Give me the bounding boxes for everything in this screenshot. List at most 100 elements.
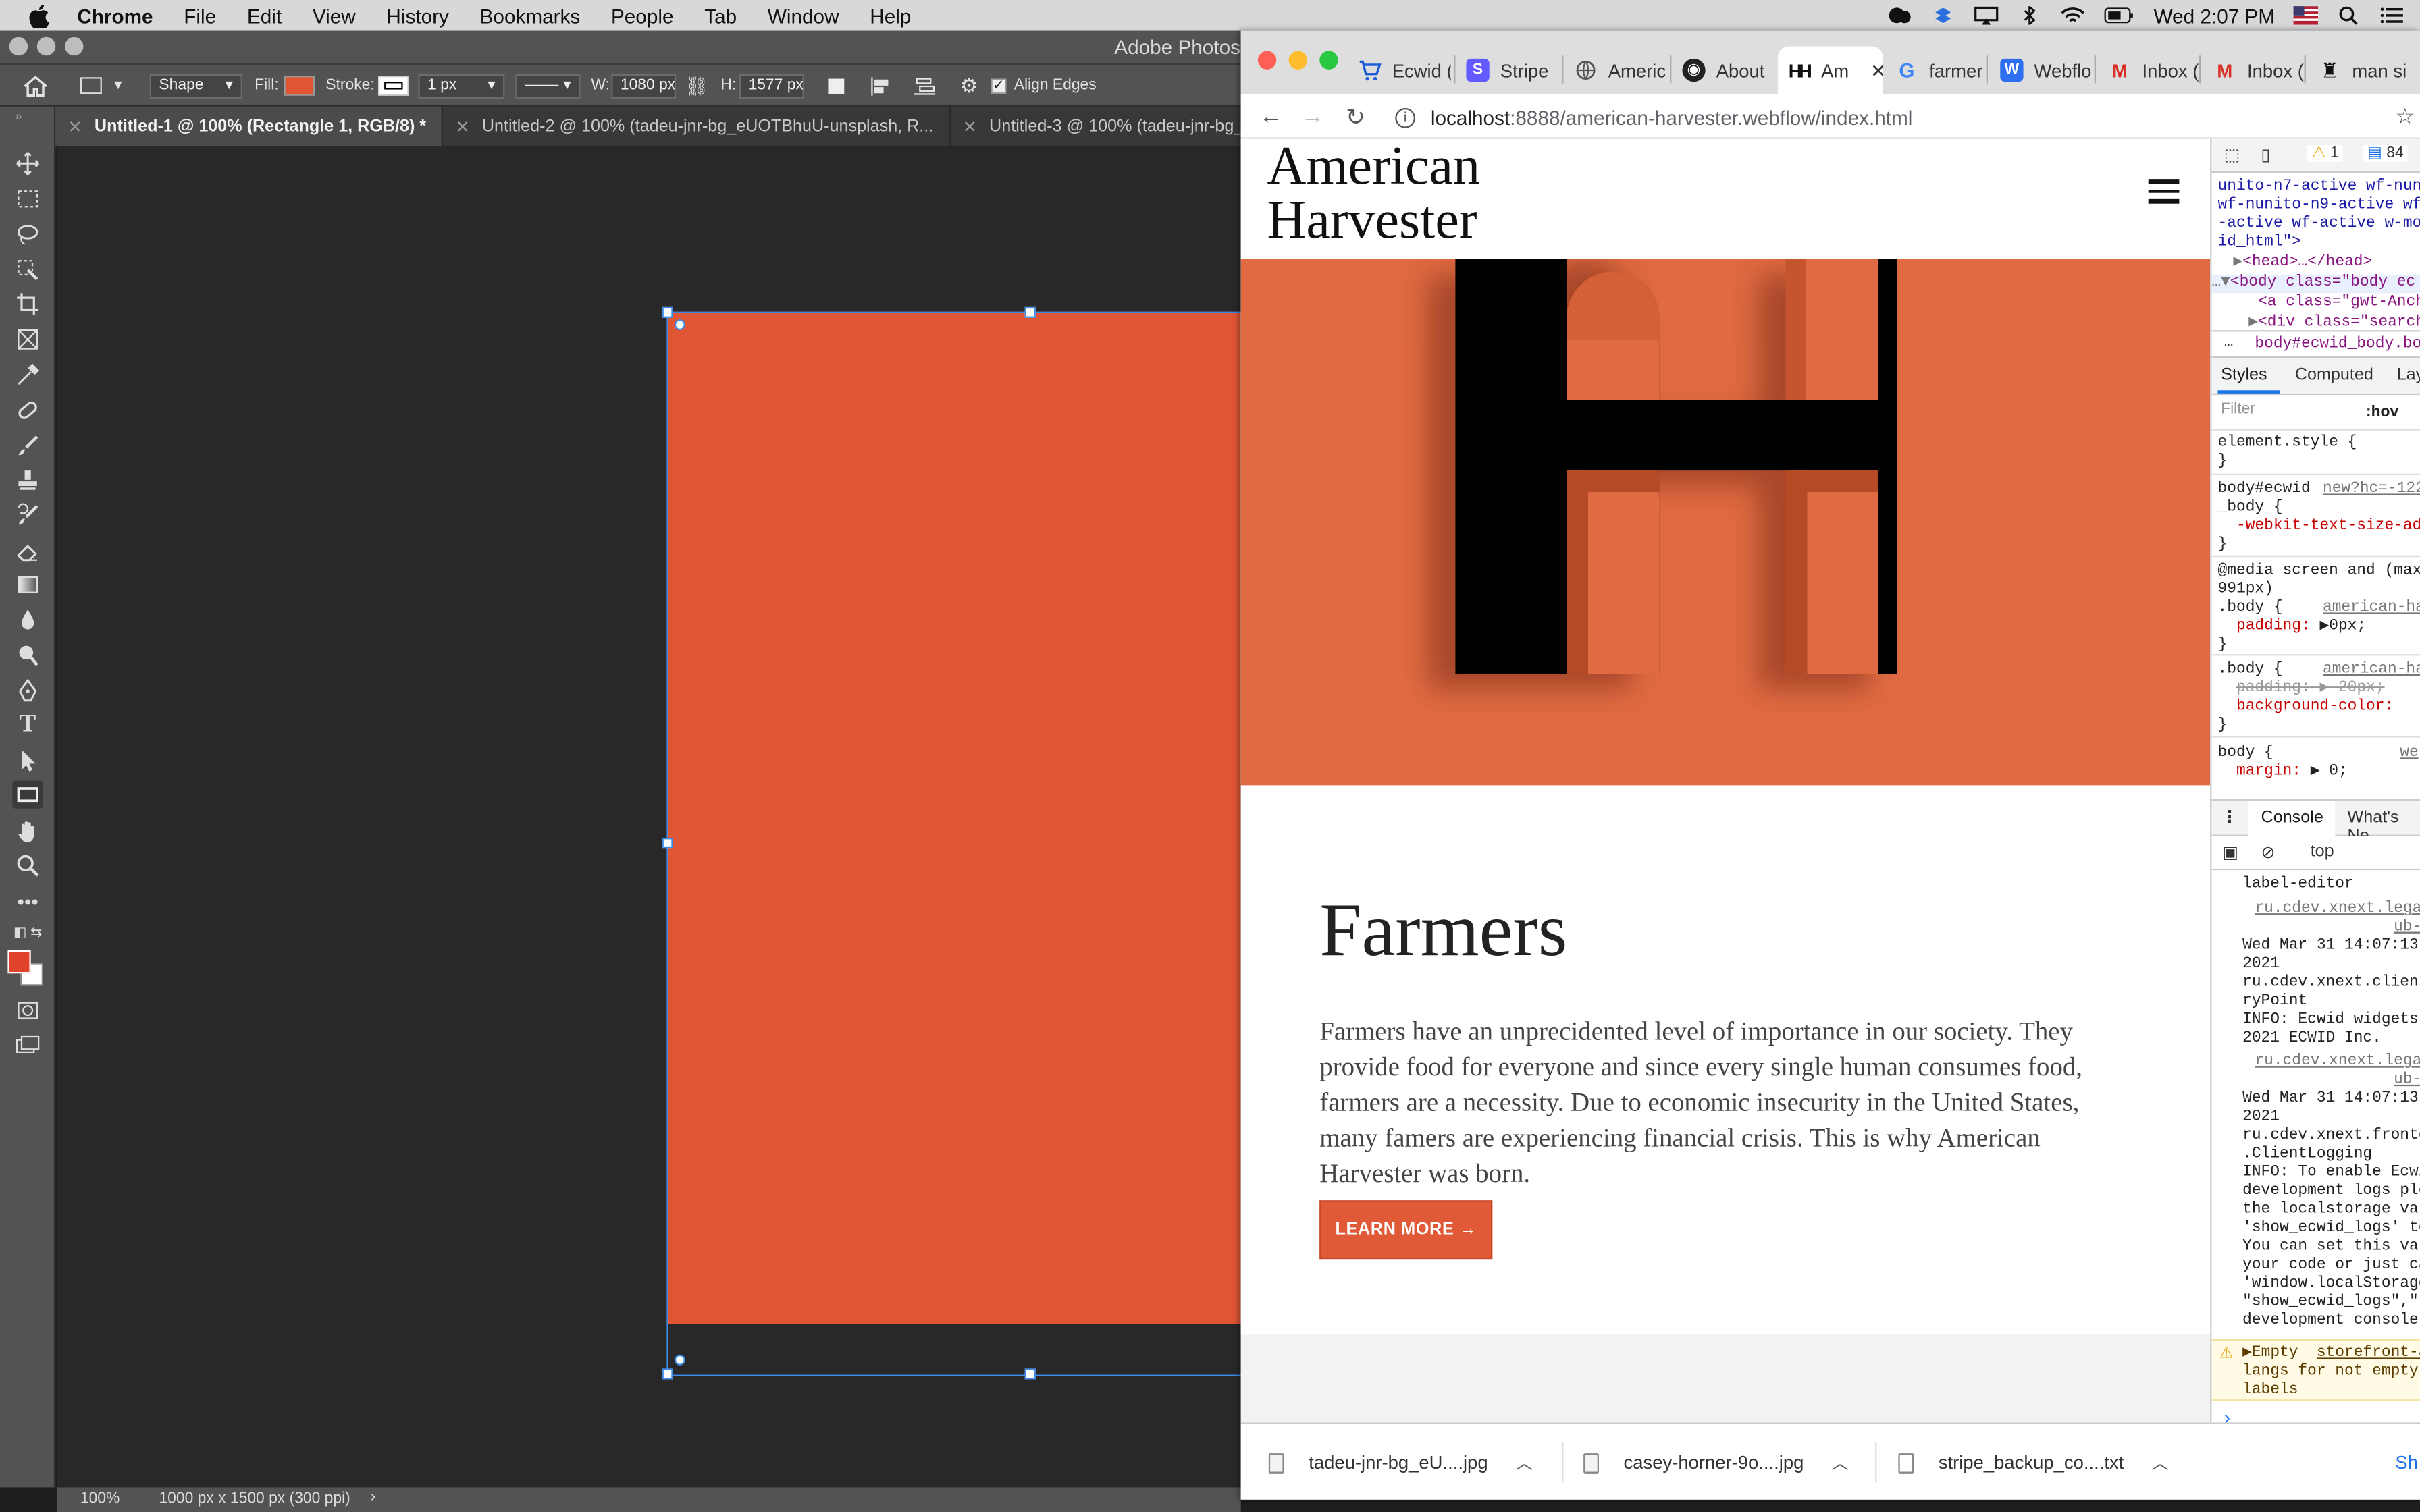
corner-radius-handle[interactable]	[674, 1354, 685, 1366]
menu-help[interactable]: Help	[854, 4, 926, 27]
blur-tool-icon[interactable]	[12, 606, 43, 634]
wifi-icon[interactable]	[2061, 6, 2086, 24]
drawer-menu-icon[interactable]: ⋮	[2221, 807, 2238, 827]
chevron-up-icon[interactable]: ︿	[1832, 1451, 1849, 1476]
zoom-icon[interactable]	[64, 36, 84, 56]
stroke-type-select[interactable]: ▾	[515, 72, 581, 99]
browser-tab[interactable]: Americ	[1565, 47, 1677, 94]
gear-icon[interactable]: ⚙	[960, 72, 978, 99]
transform-handle[interactable]	[1024, 306, 1036, 318]
menu-app-name[interactable]: Chrome	[77, 4, 168, 27]
css-declaration[interactable]: margin: ▶ 0;	[2236, 763, 2348, 782]
hamburger-menu-icon[interactable]	[2148, 179, 2180, 203]
download-item[interactable]: stripe_backup_co....txt ︿	[1898, 1424, 2169, 1501]
brush-tool-icon[interactable]	[12, 432, 43, 460]
browser-tab[interactable]: ♜ man si	[2309, 47, 2420, 94]
airplay-icon[interactable]	[1974, 6, 1999, 25]
console-warning[interactable]: ⚠ ▶Empty storefront-a langs for not empt…	[2211, 1339, 2420, 1401]
tab-layout[interactable]: Lay	[2397, 366, 2420, 384]
object-selection-tool-icon[interactable]	[12, 256, 43, 284]
show-all-downloads-button[interactable]: Sh	[2395, 1424, 2418, 1501]
path-alignment-icon[interactable]	[870, 72, 892, 99]
browser-tab[interactable]: ◉ About	[1673, 47, 1778, 94]
context-selector[interactable]: top	[2311, 842, 2334, 861]
document-tab-3[interactable]: ✕ Untitled-3 @ 100% (tadeu-jnr-bg_eU	[950, 106, 1282, 147]
info-icon[interactable]: i	[1395, 107, 1415, 128]
close-icon[interactable]	[1257, 51, 1277, 70]
browser-tab-active[interactable]: HH Am ✕	[1778, 46, 1883, 94]
dom-node-a[interactable]: <a class="gwt-Anch	[2258, 295, 2420, 313]
message-counter[interactable]: ▤ 84	[2363, 144, 2409, 162]
transform-handle[interactable]	[1024, 1368, 1036, 1380]
close-icon[interactable]	[9, 36, 28, 56]
device-toolbar-icon[interactable]: ▯	[2261, 145, 2271, 165]
us-flag-icon[interactable]	[2293, 6, 2319, 25]
menu-edit[interactable]: Edit	[232, 4, 297, 27]
notification-center-icon[interactable]	[2380, 6, 2405, 24]
corner-radius-handle[interactable]	[674, 319, 685, 331]
css-property[interactable]: -webkit-text-size-ad	[2236, 518, 2420, 537]
eraser-tool-icon[interactable]	[12, 537, 43, 564]
browser-tab[interactable]: G farmer	[1886, 47, 1994, 94]
status-menu-icon[interactable]: ›	[371, 1489, 376, 1506]
menu-history[interactable]: History	[371, 4, 465, 27]
more-tools-icon[interactable]: •••	[12, 887, 43, 915]
transform-handle[interactable]	[662, 838, 673, 849]
css-property[interactable]: background-color:	[2236, 699, 2394, 717]
tab-console[interactable]: Console	[2261, 809, 2323, 827]
tab-computed[interactable]: Computed	[2295, 366, 2373, 384]
console-source-link[interactable]: ru.cdev.xnext.legac	[2255, 901, 2420, 919]
url-field[interactable]: i localhost:8888/american-harvester.webf…	[1395, 101, 2383, 134]
collapse-toolbar-icon[interactable]: »	[3, 107, 34, 125]
css-source-link[interactable]: we	[2400, 745, 2418, 763]
sidebar-toggle-icon[interactable]: ▣	[2222, 842, 2238, 862]
chevron-up-icon[interactable]: ︿	[1516, 1451, 1533, 1476]
css-source-link[interactable]: american-ha	[2323, 600, 2420, 618]
move-tool-icon[interactable]	[12, 150, 43, 178]
close-tab-icon[interactable]: ✕	[68, 117, 82, 136]
hov-toggle[interactable]: :hov	[2366, 404, 2398, 421]
zoom-tool-icon[interactable]	[12, 852, 43, 880]
width-field[interactable]: 1080 px	[611, 72, 677, 99]
quick-mask-icon[interactable]	[12, 997, 43, 1025]
shape-mode-select[interactable]: Shape ▾	[149, 72, 242, 99]
bluetooth-icon[interactable]	[2018, 6, 2043, 25]
fill-swatch[interactable]	[284, 72, 315, 99]
type-tool-icon[interactable]: T	[12, 711, 43, 739]
frame-tool-icon[interactable]	[12, 325, 43, 353]
transform-handle[interactable]	[662, 306, 673, 318]
learn-more-button[interactable]: LEARN MORE →	[1319, 1200, 1493, 1260]
bounding-box[interactable]	[666, 311, 1241, 1376]
healing-brush-tool-icon[interactable]	[12, 396, 43, 424]
menu-file[interactable]: File	[168, 4, 232, 27]
download-item[interactable]: tadeu-jnr-bg_eU....jpg ︿	[1268, 1424, 1533, 1501]
canvas-area[interactable]	[57, 146, 1241, 1488]
console-source-link[interactable]: ru.cdev.xnext.legac	[2255, 1054, 2420, 1072]
reload-icon[interactable]: ↻	[1346, 103, 1365, 131]
transform-handle[interactable]	[662, 1368, 673, 1380]
lasso-tool-icon[interactable]	[12, 221, 43, 248]
download-item[interactable]: casey-horner-9o....jpg ︿	[1583, 1424, 1849, 1501]
document-tab-1[interactable]: ✕ Untitled-1 @ 100% (Rectangle 1, RGB/8)…	[55, 106, 444, 147]
tool-preset-picker[interactable]: ▾	[80, 72, 122, 99]
bookmark-star-icon[interactable]: ☆	[2395, 103, 2415, 130]
align-edges-checkbox[interactable]: ✓ Align Edges	[991, 72, 1097, 99]
stroke-width-field[interactable]: 1 px ▾	[418, 72, 505, 99]
creative-cloud-icon[interactable]	[1888, 6, 1913, 24]
dom-node-body[interactable]: …▼<body class="body ec	[2211, 274, 2420, 294]
tab-styles[interactable]: Styles	[2221, 366, 2267, 384]
browser-tab[interactable]: W Webflo	[1991, 47, 2099, 94]
dom-node-head[interactable]: ▶<head>…</head>	[2233, 254, 2372, 273]
menu-window[interactable]: Window	[752, 4, 854, 27]
console-prompt[interactable]: ›	[2224, 1407, 2230, 1423]
browser-tab[interactable]: M Inbox (	[2099, 47, 2201, 94]
clone-stamp-tool-icon[interactable]	[12, 466, 43, 493]
browser-tab[interactable]: S Stripe	[1457, 47, 1559, 94]
menu-people[interactable]: People	[596, 4, 689, 27]
browser-tab[interactable]: M Inbox (	[2204, 47, 2306, 94]
menu-view[interactable]: View	[297, 4, 371, 27]
close-tab-icon[interactable]: ✕	[1870, 59, 1883, 81]
document-tab-2[interactable]: ✕ Untitled-2 @ 100% (tadeu-jnr-bg_eUOTBh…	[443, 106, 951, 147]
dodge-tool-icon[interactable]	[12, 642, 43, 670]
zoom-icon[interactable]	[1319, 51, 1338, 70]
